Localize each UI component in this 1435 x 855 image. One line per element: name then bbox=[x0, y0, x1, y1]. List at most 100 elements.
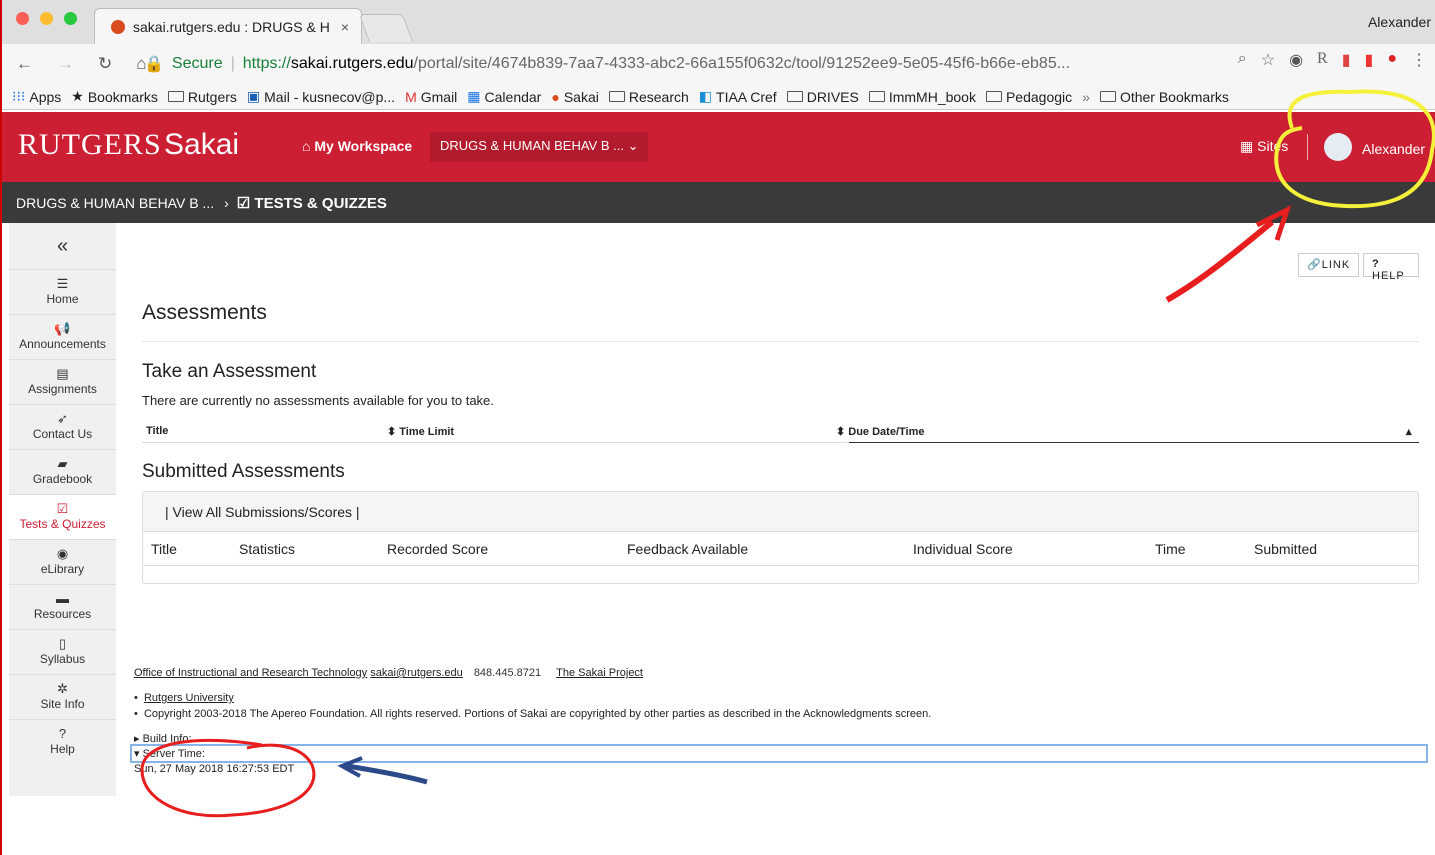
back-icon[interactable]: ← bbox=[16, 54, 33, 74]
collapse-sidebar-button[interactable]: « bbox=[9, 223, 116, 269]
bookmark-extension-icon[interactable]: ▮ bbox=[1342, 50, 1351, 70]
pdf-extension-icon[interactable]: ▮ bbox=[1365, 50, 1374, 70]
rutgers-logo[interactable]: RUTGERS bbox=[18, 128, 162, 162]
col-time-limit[interactable]: ⬍ Time Limit bbox=[387, 425, 454, 438]
sidebar-item-announcements[interactable]: 📢 Announcements bbox=[9, 314, 116, 359]
sidebar-item-syllabus[interactable]: ▯ Syllabus bbox=[9, 629, 116, 674]
breadcrumb-tool[interactable]: ☑ TESTS & QUIZZES bbox=[237, 194, 387, 212]
col-statistics[interactable]: Statistics bbox=[239, 541, 295, 557]
sort-icon[interactable]: ▴ bbox=[1406, 425, 1412, 438]
bookmark-immmh[interactable]: ImmMH_book bbox=[868, 88, 976, 105]
apps-grid-icon: ⁝⁝⁝ bbox=[12, 88, 26, 104]
sakai-logo[interactable]: Sakai bbox=[164, 128, 239, 162]
tab-close-icon[interactable]: × bbox=[341, 19, 349, 35]
bookmark-sakai[interactable]: ● Sakai bbox=[551, 89, 599, 105]
col-time[interactable]: Time bbox=[1155, 541, 1186, 557]
star-icon[interactable]: ☆ bbox=[1261, 50, 1275, 70]
sakai-favicon-icon bbox=[111, 19, 125, 34]
rutgers-link[interactable]: Rutgers University bbox=[144, 692, 234, 704]
adblock-icon[interactable]: ● bbox=[1387, 50, 1397, 70]
site-dropdown[interactable]: DRUGS & HUMAN BEHAV B ... ⌄ bbox=[430, 132, 649, 162]
bookmark-label: ImmMH_book bbox=[888, 88, 976, 105]
reload-icon[interactable]: ↻ bbox=[98, 54, 112, 74]
check-square-icon: ☑ bbox=[56, 501, 69, 516]
sidebar-item-assignments[interactable]: ▤ Assignments bbox=[9, 359, 116, 404]
avatar[interactable] bbox=[1324, 133, 1352, 161]
email-link[interactable]: sakai@rutgers.edu bbox=[370, 667, 463, 679]
sidebar-item-tests-quizzes[interactable]: ☑ Tests & Quizzes bbox=[9, 494, 116, 539]
sidebar-item-label: Contact Us bbox=[32, 427, 93, 441]
bookmark-overflow[interactable]: » bbox=[1082, 89, 1090, 105]
bookmark-bookmarks[interactable]: ★ Bookmarks bbox=[71, 88, 158, 105]
browser-tab-bar: sakai.rutgers.edu : DRUGS & H × Alexande… bbox=[2, 0, 1435, 44]
bookmark-research[interactable]: Research bbox=[608, 89, 689, 105]
bookmark-rutgers[interactable]: Rutgers bbox=[167, 89, 237, 105]
sidebar-item-gradebook[interactable]: ▰ Gradebook bbox=[9, 449, 116, 494]
sidebar-item-help[interactable]: ? Help bbox=[9, 719, 116, 764]
tool-sidebar: « ☰ Home 📢 Announcements ▤ Assignments ➶ Con… bbox=[9, 223, 116, 796]
bookmark-drives[interactable]: DRIVES bbox=[786, 89, 859, 105]
footer-list-item: • Copyright 2003-2018 The Apereo Foundat… bbox=[134, 708, 932, 720]
paper-plane-icon: ➶ bbox=[57, 411, 68, 426]
submitted-heading: Submitted Assessments bbox=[142, 461, 345, 482]
take-assessment-heading: Take an Assessment bbox=[142, 361, 317, 382]
sidebar-item-site-info[interactable]: ✲ Site Info bbox=[9, 674, 116, 719]
view-all-submissions-link[interactable]: | View All Submissions/Scores | bbox=[143, 492, 1418, 532]
bookmark-label: Pedagogic bbox=[1005, 88, 1073, 105]
close-window-icon[interactable] bbox=[16, 12, 29, 25]
book-icon: ▰ bbox=[57, 456, 68, 471]
sidebar-item-contact-us[interactable]: ➶ Contact Us bbox=[9, 404, 116, 449]
list-icon: ☰ bbox=[56, 276, 69, 291]
menu-icon[interactable]: ⋮ bbox=[1411, 50, 1427, 70]
my-workspace-link[interactable]: ⌂ My Workspace bbox=[302, 138, 412, 154]
bookmark-apps[interactable]: ⁝⁝⁝ Apps bbox=[12, 88, 61, 105]
bookmark-label: Apps bbox=[29, 88, 62, 105]
oirt-link[interactable]: Office of Instructional and Research Tec… bbox=[134, 667, 367, 679]
user-name[interactable]: Alexander bbox=[1362, 141, 1425, 157]
footer-list-item: • Rutgers University bbox=[134, 692, 234, 704]
bookmark-pedagogic[interactable]: Pedagogic bbox=[985, 88, 1073, 105]
bookmark-label: Sakai bbox=[563, 88, 599, 105]
link-button[interactable]: 🔗LINK bbox=[1298, 253, 1360, 277]
address-bar[interactable]: 🔒 Secure | https:// sakai.rutgers.edu /p… bbox=[144, 50, 1208, 78]
forward-icon[interactable]: → bbox=[57, 54, 74, 74]
profile-name[interactable]: Alexander bbox=[1368, 14, 1431, 30]
help-button[interactable]: ? HELP bbox=[1363, 253, 1419, 282]
col-submitted[interactable]: Submitted bbox=[1254, 541, 1317, 557]
bookmark-other[interactable]: Other Bookmarks bbox=[1099, 89, 1229, 105]
bookmark-calendar[interactable]: ▦ Calendar bbox=[467, 88, 541, 105]
calendar-icon: ▦ bbox=[467, 88, 481, 104]
browser-tab[interactable]: sakai.rutgers.edu : DRUGS & H × bbox=[94, 8, 362, 44]
col-title[interactable]: Title bbox=[151, 541, 177, 557]
megaphone-icon: 📢 bbox=[54, 321, 71, 336]
page-title: Assessments bbox=[142, 301, 267, 324]
home-icon: ⌂ bbox=[302, 138, 315, 154]
file-icon: ▤ bbox=[56, 366, 69, 381]
sidebar-item-label: Home bbox=[46, 292, 79, 306]
col-due-date[interactable]: ⬍ Due Date/Time bbox=[836, 425, 924, 438]
folder-icon bbox=[608, 91, 625, 102]
sakai-project-link[interactable]: The Sakai Project bbox=[556, 667, 643, 679]
sidebar-item-resources[interactable]: ▬ Resources bbox=[9, 584, 116, 629]
minimize-window-icon[interactable] bbox=[40, 12, 53, 25]
divider bbox=[849, 442, 1419, 443]
bookmark-mail[interactable]: ▣ Mail - kusnecov@p... bbox=[247, 88, 395, 105]
server-time-toggle[interactable]: ▾ Server Time: bbox=[134, 747, 205, 760]
breadcrumb-site[interactable]: DRUGS & HUMAN BEHAV B ... bbox=[16, 195, 214, 211]
zoom-icon[interactable]: ⌕ bbox=[1238, 50, 1247, 70]
sidebar-item-elibrary[interactable]: ◉ eLibrary bbox=[9, 539, 116, 584]
bookmark-tiaa[interactable]: ◧ TIAA Cref bbox=[699, 88, 777, 105]
sidebar-item-home[interactable]: ☰ Home bbox=[9, 269, 116, 314]
r-extension-icon[interactable]: R bbox=[1317, 50, 1328, 70]
new-tab-button[interactable] bbox=[358, 14, 414, 42]
sites-button[interactable]: ▦ Sites bbox=[1240, 138, 1288, 155]
maximize-window-icon[interactable] bbox=[64, 12, 77, 25]
col-title[interactable]: Title bbox=[146, 425, 168, 437]
question-icon: ? bbox=[58, 726, 67, 741]
bookmark-label: Mail - kusnecov@p... bbox=[264, 88, 396, 105]
pocket-icon[interactable]: ◉ bbox=[1289, 50, 1303, 70]
col-individual-score[interactable]: Individual Score bbox=[913, 541, 1013, 557]
col-recorded-score[interactable]: Recorded Score bbox=[387, 541, 488, 557]
col-feedback[interactable]: Feedback Available bbox=[627, 541, 748, 557]
bookmark-gmail[interactable]: M Gmail bbox=[405, 89, 457, 105]
